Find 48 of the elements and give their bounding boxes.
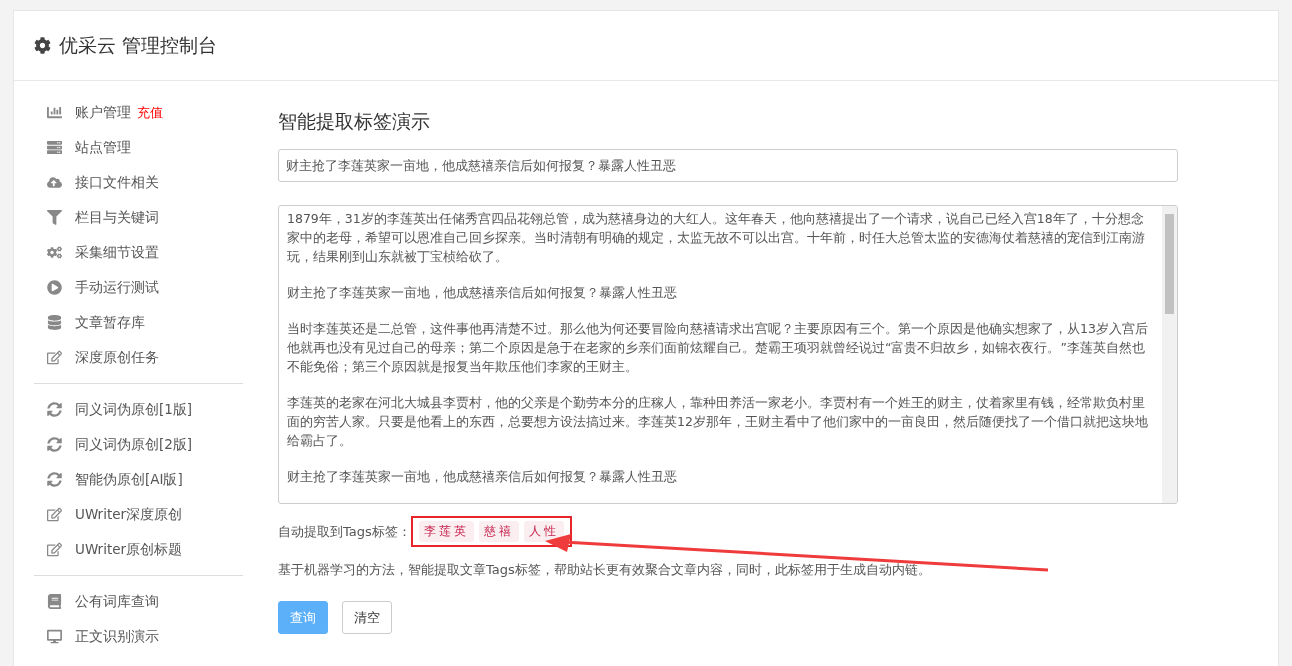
edit-icon (46, 542, 63, 557)
monitor-icon (46, 629, 63, 644)
title-field[interactable]: 财主抢了李莲英家一亩地，他成慈禧亲信后如何报复？暴露人性丑恶 (278, 149, 1178, 182)
sidebar-item[interactable]: 智能伪原创[AI版] (75, 470, 183, 489)
sidebar-item[interactable]: UWriter深度原创 (75, 505, 183, 524)
edit-icon (46, 350, 63, 365)
sidebar-item[interactable]: 采集细节设置 (75, 243, 159, 262)
content-paragraph: 财主抢了李莲英家一亩地，他成慈禧亲信后如何报复？暴露人性丑恶 (287, 468, 678, 486)
content-paragraph: 李莲英的老家在河北大城县李贾村，他的父亲是个勤劳本分的庄稼人，靠种田养活一家老小。李贾村有一个姓王的财主，仗着家里有钱，经常欺负村里面的穷苦人家。只要是他看上的东西，总要想方设法搞过来。李莲英12岁那年，王财主看中了他们家中的一亩良田，然后随便找了一个借口就把这块地给霸占了。 (287, 394, 1149, 450)
sidebar-item[interactable]: 账户管理 (75, 103, 131, 122)
content-paragraph: 财主抢了李莲英家一亩地，他成慈禧亲信后如何报复？暴露人性丑恶 (287, 284, 678, 302)
scrollbar[interactable] (1162, 206, 1177, 503)
filter-icon (46, 210, 63, 225)
refresh-icon (46, 402, 63, 417)
sidebar-item[interactable]: 正文识别演示 (75, 627, 159, 646)
content-paragraph: 1879年，31岁的李莲英出任储秀宫四品花翎总管，成为慈禧身边的大红人。这年春天，他向慈禧提出了一个请求，说自己已经入宫18年了，十分想念家中的老母，希望可以恩准自己回乡探亲。当时清朝有明确的规定，太监无故不可以出宫。十年前，时任大总管太监的安德海仗着慈禧的宠信到江南游玩，结果刚到山东就被丁宝桢给砍了。 (287, 210, 1146, 266)
tag: 慈禧 (478, 521, 519, 542)
gears-icon (46, 245, 63, 260)
server-icon (46, 140, 63, 155)
book-icon (46, 594, 63, 609)
sidebar-item[interactable]: 同义词伪原创[2版] (75, 435, 193, 454)
refresh-icon (46, 437, 63, 452)
play-icon (46, 280, 63, 295)
refresh-icon (46, 472, 63, 487)
sidebar-item[interactable]: 栏目与关键词 (75, 208, 159, 227)
sidebar-item[interactable]: 手动运行测试 (75, 278, 159, 297)
database-icon (46, 315, 63, 330)
sidebar-item[interactable]: 同义词伪原创[1版] (75, 400, 193, 419)
sidebar-item[interactable]: 站点管理 (75, 138, 131, 157)
edit-icon (46, 507, 63, 522)
console-title: 优采云 管理控制台 (59, 32, 218, 58)
bar-chart-icon (46, 105, 63, 120)
tag: 人性 (523, 521, 564, 542)
sidebar-item[interactable]: 公有词库查询 (75, 592, 159, 611)
sidebar-item[interactable]: 接口文件相关 (75, 173, 159, 192)
content-textarea[interactable] (278, 205, 1178, 504)
clear-button[interactable]: 清空 (342, 601, 392, 634)
recharge-link[interactable]: 充值 (137, 103, 163, 122)
sidebar-item[interactable]: UWriter原创标题 (75, 540, 183, 559)
tags-label: 自动提取到Tags标签： (278, 522, 411, 541)
sidebar-item[interactable]: 深度原创任务 (75, 348, 159, 367)
description-text: 基于机器学习的方法，智能提取文章Tags标签，帮助站长更有效聚合文章内容，同时，此标签用于生成自动内链。 (278, 561, 932, 579)
settings-icon (34, 37, 51, 54)
sidebar-item[interactable]: 文章暂存库 (75, 313, 145, 332)
cloud-upload-icon (46, 175, 63, 190)
tag: 李莲英 (418, 521, 474, 542)
content-paragraph: 当时李莲英还是二总管，这件事他再清楚不过。那么他为何还要冒险向慈禧请求出宫呢？主要原因有三个。第一个原因是他确实想家了，从13岁入宫后他就再也没有见过自己的母亲；第二个原因是急于在老家的乡亲们面前炫耀自己。楚霸王项羽就曾经说过“富贵不归故乡，如锦衣夜行。”李莲英自然也不能免俗；第三个原因就是报复当年欺压他们李家的王财主。 (287, 320, 1149, 376)
page-heading: 智能提取标签演示 (278, 109, 431, 134)
